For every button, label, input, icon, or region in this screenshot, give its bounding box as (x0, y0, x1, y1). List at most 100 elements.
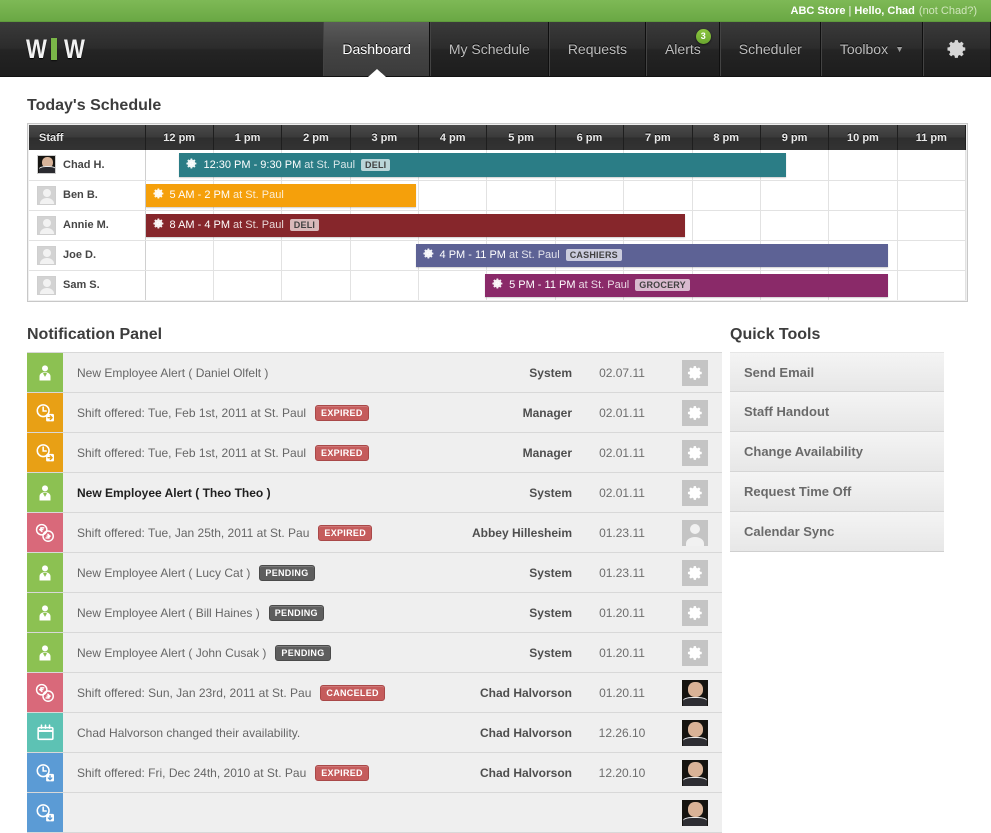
gear-icon[interactable] (682, 399, 708, 426)
schedule-hour-cell[interactable]: 5 PM - 11 PM at St. Paul GROCERY (145, 270, 888, 300)
shift-block[interactable]: 8 AM - 4 PM at St. Paul DELI (145, 213, 685, 237)
wiw-logo[interactable]: W W (24, 36, 85, 63)
nav-item-dashboard[interactable]: Dashboard (323, 22, 430, 77)
settings-button[interactable] (923, 22, 991, 76)
schedule-hour-cell[interactable] (623, 180, 693, 211)
notification-row[interactable] (27, 793, 722, 833)
shift-gear-icon[interactable] (491, 277, 504, 293)
schedule-hour-cell[interactable] (418, 270, 488, 300)
notification-thumbnail[interactable] (668, 473, 722, 512)
gear-icon[interactable] (682, 639, 708, 666)
notification-row[interactable]: Shift offered: Tue, Jan 25th, 2011 at St… (27, 513, 722, 553)
schedule-hour-cell[interactable] (897, 150, 967, 181)
notification-row[interactable]: Shift offered: Tue, Feb 1st, 2011 at St.… (27, 433, 722, 473)
nav-item-toolbox[interactable]: Toolbox ▼ (820, 22, 923, 76)
schedule-row: Ben B. 5 AM - 2 PM at St. Paul (29, 180, 967, 211)
schedule-hour-cell[interactable]: 12:30 PM - 9:30 PM at St. Paul DELI (145, 150, 786, 181)
notification-row[interactable]: New Employee Alert ( Daniel Olfelt ) Syst… (27, 353, 722, 393)
quick-tool-send-email[interactable]: Send Email (730, 352, 944, 392)
shift-block[interactable]: 5 PM - 11 PM at St. Paul GROCERY (485, 273, 888, 297)
quick-tool-calendar-sync[interactable]: Calendar Sync (730, 512, 944, 552)
gear-icon[interactable] (682, 359, 708, 386)
schedule-hour-cell[interactable] (897, 180, 967, 211)
schedule-hour-cell[interactable] (418, 180, 488, 211)
column-header-hour: 5 pm (486, 125, 556, 150)
schedule-hour-cell[interactable] (897, 240, 967, 271)
quick-tool-staff-handout[interactable]: Staff Handout (730, 392, 944, 432)
nav-label-dashboard: Dashboard (342, 41, 411, 57)
notification-row[interactable]: New Employee Alert ( Bill Haines ) PENDIN… (27, 593, 722, 633)
notification-row[interactable]: New Employee Alert ( Theo Theo ) System 02… (27, 473, 722, 513)
schedule-hour-cell[interactable]: 4 PM - 11 PM at St. Paul CASHIERS (145, 240, 888, 271)
notification-thumbnail[interactable] (668, 353, 722, 392)
schedule-hour-cell[interactable] (828, 180, 898, 211)
status-badge: EXPIRED (315, 444, 369, 461)
schedule-hour-cell[interactable] (828, 150, 898, 181)
shift-gear-icon[interactable] (152, 217, 165, 233)
notification-row[interactable]: Shift offered: Tue, Feb 1st, 2011 at St.… (27, 393, 722, 433)
gear-icon[interactable] (682, 479, 708, 506)
schedule-hour-cell[interactable] (555, 180, 625, 211)
notification-row[interactable]: Shift offered: Fri, Dec 24th, 2010 at St… (27, 753, 722, 793)
notification-row[interactable]: New Employee Alert ( Lucy Cat ) PENDING Sy… (27, 553, 722, 593)
schedule-hour-cell[interactable] (350, 240, 420, 271)
notification-thumbnail[interactable] (668, 793, 722, 832)
schedule-hour-cell[interactable]: 8 AM - 4 PM at St. Paul DELI (145, 210, 685, 241)
shift-gear-icon[interactable] (185, 157, 198, 173)
quick-tool-label: Send Email (744, 364, 815, 380)
notification-date: 12.20.10 (598, 765, 646, 780)
avatar[interactable] (682, 799, 708, 826)
avatar[interactable] (682, 759, 708, 786)
notification-thumbnail[interactable] (668, 393, 722, 432)
schedule-hour-cell[interactable] (350, 270, 420, 300)
column-header-hour: 12 pm (144, 125, 214, 150)
avatar[interactable] (682, 679, 708, 706)
schedule-hour-cell[interactable] (213, 240, 283, 271)
schedule-hour-cell[interactable] (828, 210, 898, 241)
quick-tool-request-time-off[interactable]: Request Time Off (730, 472, 944, 512)
schedule-hour-cell[interactable] (760, 210, 830, 241)
logo-area[interactable]: W W (0, 22, 323, 76)
schedule-hour-cell[interactable] (897, 270, 967, 300)
schedule-hour-cell[interactable] (692, 210, 761, 241)
shift-gear-icon[interactable] (422, 247, 435, 263)
avatar[interactable] (682, 719, 708, 746)
shift-block[interactable]: 4 PM - 11 PM at St. Paul CASHIERS (415, 243, 888, 267)
notification-thumbnail[interactable] (668, 713, 722, 752)
schedule-hour-cell[interactable] (897, 210, 967, 241)
notification-thumbnail[interactable] (668, 673, 722, 712)
notification-thumbnail[interactable] (668, 593, 722, 632)
nav-item-requests[interactable]: Requests (548, 22, 646, 76)
gear-icon[interactable] (682, 599, 708, 626)
notification-row[interactable]: Shift offered: Sun, Jan 23rd, 2011 at St… (27, 673, 722, 713)
nav-item-scheduler[interactable]: Scheduler (719, 22, 821, 76)
staff-name: Chad H. (63, 158, 105, 171)
shift-block[interactable]: 12:30 PM - 9:30 PM at St. Paul DELI (179, 153, 786, 177)
schedule-hour-cell[interactable] (692, 180, 761, 211)
shift-block[interactable]: 5 AM - 2 PM at St. Paul (145, 183, 416, 207)
not-you-link[interactable]: (not Chad?) (919, 5, 977, 17)
notification-thumbnail[interactable] (668, 553, 722, 592)
notification-sender: Chad Halvorson (479, 725, 572, 740)
notification-thumbnail[interactable] (668, 513, 722, 552)
shift-gear-icon[interactable] (152, 187, 165, 203)
gear-icon[interactable] (682, 439, 708, 466)
notification-row[interactable]: Chad Halvorson changed their availabilit… (27, 713, 722, 753)
notification-thumbnail[interactable] (668, 753, 722, 792)
quick-tool-change-availability[interactable]: Change Availability (730, 432, 944, 472)
notification-text: New Employee Alert ( Bill Haines ) (77, 605, 260, 620)
schedule-hour-cell[interactable] (213, 270, 283, 300)
schedule-hour-cell[interactable]: 5 AM - 2 PM at St. Paul (145, 180, 416, 211)
schedule-table: Staff 12 pm 1 pm 2 pm 3 pm 4 pm 5 pm 6 p… (29, 125, 967, 300)
schedule-hour-cell[interactable] (281, 240, 351, 271)
notification-thumbnail[interactable] (668, 633, 722, 672)
notification-thumbnail[interactable] (668, 433, 722, 472)
schedule-hour-cell[interactable] (486, 180, 556, 211)
nav-item-my-schedule[interactable]: My Schedule (429, 22, 549, 76)
nav-item-alerts[interactable]: Alerts 3 (645, 22, 720, 76)
schedule-hour-cell[interactable] (281, 270, 351, 300)
gear-icon[interactable] (682, 559, 708, 586)
avatar[interactable] (682, 519, 708, 546)
notification-row[interactable]: New Employee Alert ( John Cusak ) PENDING… (27, 633, 722, 673)
schedule-hour-cell[interactable] (760, 180, 830, 211)
